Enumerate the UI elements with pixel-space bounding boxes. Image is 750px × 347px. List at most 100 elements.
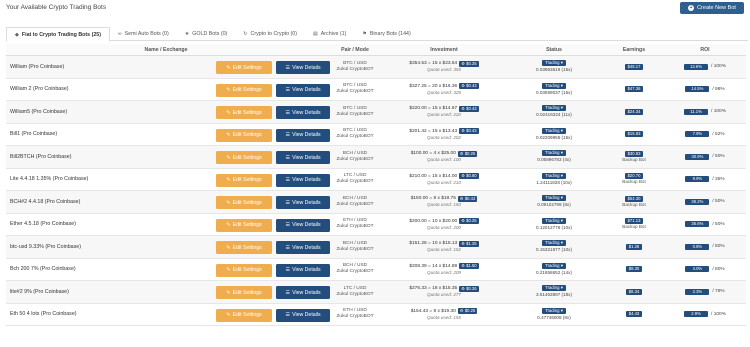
edit-settings-button[interactable]: ✎ Edit Settings	[216, 286, 272, 299]
view-details-button[interactable]: ☰ View Details	[276, 151, 330, 164]
roi-cell: 13.6% / 100%	[664, 63, 746, 70]
investment-badge[interactable]: ⚙ $0.43	[457, 195, 478, 202]
view-details-label: View Details	[292, 177, 321, 183]
tab-5[interactable]: ⚑ Binary Bots (144)	[354, 27, 418, 41]
view-details-button[interactable]: ☰ View Details	[276, 241, 330, 254]
trading-status-badge[interactable]: Trading ▾	[542, 262, 566, 269]
view-details-button[interactable]: ☰ View Details	[276, 286, 330, 299]
earnings-cell: $1.26	[604, 243, 664, 250]
edit-settings-button[interactable]: ✎ Edit Settings	[216, 173, 272, 187]
trading-status-label: Trading	[545, 150, 560, 156]
investment-cell: $276.33 = 18 x $15.35 ⚙ $0.26 Quota used…	[384, 285, 504, 298]
investment-cell: $151.28 = 10 x $15.13 ⚙ $1.25 Quota used…	[384, 240, 504, 253]
status-cell: Trading ▾ 0.21658652 (14x)	[504, 262, 604, 276]
trading-status-badge[interactable]: Trading ▾	[542, 307, 566, 314]
view-details-button[interactable]: ☰ View Details	[276, 83, 330, 97]
edit-settings-button[interactable]: ✎ Edit Settings	[216, 196, 272, 209]
roi-target: / 98%	[712, 86, 725, 92]
edit-settings-button[interactable]: ✎ Edit Settings	[216, 83, 272, 97]
view-details-button[interactable]: ☰ View Details	[276, 106, 330, 119]
investment-badge[interactable]: ⚙ $1.50	[459, 263, 479, 270]
edit-settings-button[interactable]: ✎ Edit Settings	[216, 128, 272, 142]
trading-status-badge[interactable]: Trading ▾	[542, 82, 566, 89]
investment-badge-value: $0.25	[464, 150, 476, 156]
trading-status-badge[interactable]: Trading ▾	[542, 172, 566, 179]
table-row: lite#2 9% (Pro Coinbase) ✎ Edit Settings…	[6, 281, 746, 304]
name-cell: BCH#2 4.4.18 (Pro Coinbase) ✎ Edit Setti…	[6, 191, 330, 213]
investment-badge-value: $0.25	[466, 218, 477, 224]
tab-4[interactable]: ▤ Archive (1)	[305, 27, 354, 41]
pencil-icon: ✎	[226, 87, 231, 93]
col-earnings: Earnings	[622, 46, 646, 53]
view-details-button[interactable]: ☰ View Details	[276, 61, 330, 74]
investment-badge[interactable]: ⚙ $0.25	[459, 218, 479, 225]
pair-cell: ETH / USD Zukul CryptoBOT	[326, 218, 384, 230]
investment-badge[interactable]: ⚙ $0.43	[459, 128, 479, 135]
pencil-icon: ✎	[226, 199, 231, 206]
roi-cell: 0.8% / 80%	[664, 243, 746, 250]
view-details-button[interactable]: ☰ View Details	[276, 128, 330, 142]
edit-settings-label: Edit Settings	[232, 109, 262, 116]
tab-0[interactable]: ◆ Fiat to Crypto Trading Bots (25)	[6, 27, 111, 42]
col-pair: Pair / Mode	[341, 46, 369, 53]
status-value: 0.09102799 (8x)	[537, 202, 571, 208]
backup-bot-label: Backup Bot	[622, 224, 646, 230]
view-details-button[interactable]: ☰ View Details	[276, 173, 330, 187]
investment-badge[interactable]: ⚙ $0.60	[459, 173, 479, 180]
edit-settings-button[interactable]: ✎ Edit Settings	[216, 106, 272, 119]
roi-target: / 50%	[712, 221, 725, 227]
bot-name: William 2 (Pro Coinbase)	[10, 86, 69, 93]
edit-settings-button[interactable]: ✎ Edit Settings	[216, 308, 272, 322]
name-cell: Bill2BTCH (Pro Coinbase) ✎ Edit Settings…	[6, 146, 330, 168]
roi-cell: 36.2% / 50%	[664, 198, 746, 205]
roi-cell: 30.9% / 50%	[664, 153, 746, 160]
edit-settings-label: Edit Settings	[232, 87, 262, 93]
edit-settings-button[interactable]: ✎ Edit Settings	[216, 263, 272, 277]
edit-settings-button[interactable]: ✎ Edit Settings	[216, 241, 272, 254]
investment-badge[interactable]: ⚙ $1.25	[459, 240, 479, 247]
investment-badge[interactable]: ⚙ $0.43	[459, 83, 479, 90]
status-value: 0.03963619 (15x)	[535, 67, 572, 73]
investment-badge[interactable]: ⚙ $0.25	[457, 150, 478, 157]
investment-badge[interactable]: ⚙ $0.43	[459, 105, 479, 112]
mode: Zukul CryptoBOT	[336, 134, 374, 140]
view-details-button[interactable]: ☰ View Details	[276, 218, 330, 232]
roi-target: / 80%	[712, 244, 725, 250]
investment-badge[interactable]: ⚙ $0.25	[457, 308, 478, 315]
pair-cell: LTC / USD Zukul CryptoBOT	[326, 173, 384, 185]
tab-1[interactable]: ∞ Semi Auto Bots (0)	[110, 27, 177, 41]
roi-badge: 14.5%	[685, 86, 710, 93]
view-details-label: View Details	[292, 154, 321, 161]
trading-status-label: Trading	[545, 240, 560, 246]
view-details-button[interactable]: ☰ View Details	[276, 308, 330, 322]
tab-3[interactable]: ↻ Crypto to Crypto (0)	[235, 27, 305, 41]
tab-2[interactable]: ★ GOLD Bots (0)	[177, 27, 236, 41]
roi-cell: 7.9% / 52%	[664, 131, 746, 138]
roi-target: / 100%	[711, 64, 726, 70]
table-row: Eth 50 4 lots (Pro Coinbase) ✎ Edit Sett…	[6, 304, 746, 326]
earnings-badge: $4.43	[625, 311, 643, 318]
edit-settings-label: Edit Settings	[232, 312, 262, 318]
edit-settings-button[interactable]: ✎ Edit Settings	[216, 218, 272, 232]
trading-status-label: Trading	[545, 82, 560, 88]
edit-settings-button[interactable]: ✎ Edit Settings	[216, 151, 272, 164]
view-details-label: View Details	[292, 132, 321, 138]
create-new-bot-button[interactable]: + Create New Bot	[680, 2, 744, 14]
trading-status-badge[interactable]: Trading ▾	[542, 127, 566, 134]
name-cell: lite#2 9% (Pro Coinbase) ✎ Edit Settings…	[6, 281, 330, 303]
view-details-label: View Details	[292, 222, 321, 228]
earnings-badge: $48.17	[624, 63, 644, 70]
investment-badge[interactable]: ⚙ $0.25	[459, 60, 479, 67]
edit-settings-button[interactable]: ✎ Edit Settings	[216, 61, 272, 74]
col-status: Status	[546, 46, 562, 53]
list-icon: ☰	[285, 199, 291, 206]
investment-badge-value: $1.25	[466, 240, 477, 246]
trading-status-badge[interactable]: Trading ▾	[542, 217, 566, 224]
roi-cell: 2.3% / 78%	[664, 288, 746, 295]
roi-badge: 35.6%	[685, 221, 710, 228]
investment-badge[interactable]: ⚙ $0.26	[459, 285, 479, 292]
view-details-button[interactable]: ☰ View Details	[276, 196, 330, 209]
view-details-button[interactable]: ☰ View Details	[276, 263, 330, 277]
pair-cell: BTC / USD Zukul CryptoBOT	[326, 128, 384, 140]
roi-target: / 50%	[712, 154, 725, 160]
